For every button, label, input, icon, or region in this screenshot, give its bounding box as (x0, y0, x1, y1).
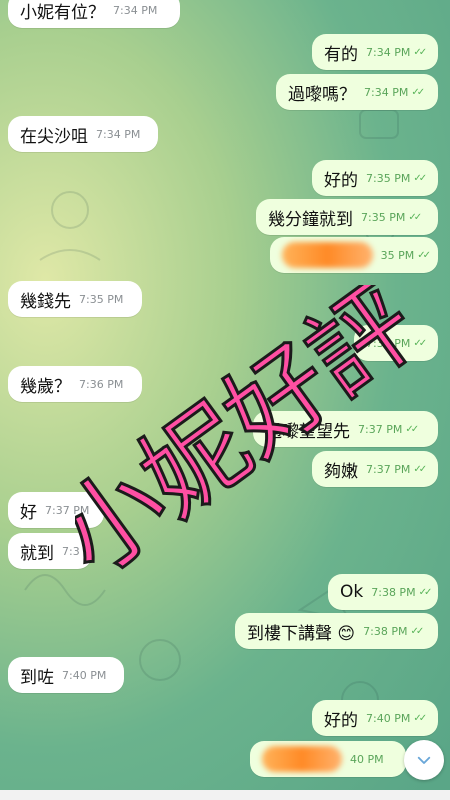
message-outgoing[interactable]: 好的 7:35 PM ✓✓ (312, 160, 438, 196)
message-time: 7:40 PM ✓✓ (366, 711, 427, 725)
message-text: 好 (20, 502, 37, 523)
chevron-down-icon (417, 756, 431, 764)
double-check-icon: ✓✓ (410, 625, 424, 637)
message-text: 到樓下講聲 😊 (247, 623, 356, 644)
message-time: 7:37 PM ✓✓ (366, 462, 427, 476)
double-check-icon: ✓✓ (413, 337, 427, 349)
message-time-value: 7:37 PM (358, 422, 403, 436)
chat-screen: 小妮有位？ 7:34 PM 有的 7:34 PM ✓✓ 過嚟嗎？ 7:34 PM ✓… (0, 0, 450, 800)
message-time-value: 7:34 PM (366, 45, 411, 59)
message-time: 7:34 PM ✓✓ (366, 45, 427, 59)
message-time: 7:35 PM ✓✓ (361, 210, 422, 224)
message-text: 就到 (20, 543, 54, 564)
message-outgoing[interactable]: Ok 7:38 PM ✓✓ (328, 574, 438, 610)
message-time: 7:37 PM (45, 503, 90, 517)
message-time: 7:35 PM (79, 292, 124, 306)
double-check-icon: ✓✓ (405, 423, 419, 435)
message-text: 到咗 (20, 667, 54, 688)
message-incoming[interactable]: 就到 7:3 (8, 533, 92, 569)
message-incoming[interactable]: 好 7:37 PM (8, 492, 104, 528)
message-time: 7:35 PM ✓✓ (366, 171, 427, 185)
message-time-value: 7:38 PM (371, 585, 416, 599)
double-check-icon: ✓✓ (413, 46, 427, 58)
message-outgoing[interactable]: 好的 7:40 PM ✓✓ (312, 700, 438, 736)
message-outgoing[interactable]: 有的 7:34 PM ✓✓ (312, 34, 438, 70)
message-time-value: 35 PM (380, 248, 415, 262)
message-time: 7:37 PM ✓✓ (358, 422, 419, 436)
message-outgoing[interactable]: 過嚟嗎？ 7:34 PM ✓✓ (276, 74, 438, 110)
message-time-value: 7:35 PM (361, 210, 406, 224)
message-text: 幾分鐘就到 (268, 209, 353, 230)
double-check-icon: ✓✓ (418, 586, 433, 598)
message-outgoing[interactable]: 夠嫩 7:37 PM ✓✓ (312, 451, 438, 487)
scroll-to-bottom-button[interactable] (404, 740, 444, 780)
message-time-value: 7:35 PM (366, 171, 411, 185)
redaction-blob (282, 242, 373, 268)
message-outgoing-redacted[interactable]: 40 PM (250, 741, 406, 777)
message-time: 40 PM (350, 753, 384, 766)
redaction-blob (262, 746, 342, 772)
message-time: 7:34 PM (113, 3, 158, 17)
message-outgoing-redacted[interactable]: 7:36 PM ✓✓ (354, 325, 438, 361)
double-check-icon: ✓✓ (413, 463, 427, 475)
message-text: 幾錢先 (20, 291, 71, 312)
message-text: 過嚟嗎？ (288, 84, 356, 105)
message-time: 7:34 PM ✓✓ (364, 85, 425, 99)
bottom-bar (0, 790, 450, 800)
message-time-value: 40 PM (350, 752, 384, 766)
message-time-value: 7:34 PM (364, 85, 409, 99)
message-incoming[interactable]: 幾歲？ 7:36 PM (8, 366, 142, 402)
message-time: 7:36 PM (79, 377, 124, 391)
message-text: 幾歲？ (20, 376, 71, 397)
message-text: 有的 (324, 44, 358, 65)
message-time: 7:38 PM ✓✓ (363, 624, 424, 638)
message-text: 好的 (324, 170, 358, 191)
double-check-icon: ✓✓ (413, 172, 427, 184)
message-incoming[interactable]: 在尖沙咀 7:34 PM (8, 116, 158, 152)
message-text: 過嚟望望先 (265, 421, 350, 442)
message-outgoing[interactable]: 過嚟望望先 7:37 PM ✓✓ (253, 411, 438, 447)
message-time: 7:3 (62, 544, 80, 558)
message-time: 7:38 PM ✓✓ (371, 585, 433, 599)
message-text: 在尖沙咀 (20, 126, 88, 147)
message-time: 7:40 PM (62, 668, 107, 682)
double-check-icon: ✓✓ (413, 712, 427, 724)
message-incoming[interactable]: 小妮有位？ 7:34 PM (8, 0, 180, 28)
double-check-icon: ✓✓ (411, 86, 425, 98)
message-time-value: 7:40 PM (366, 711, 411, 725)
message-outgoing[interactable]: 幾分鐘就到 7:35 PM ✓✓ (256, 199, 438, 235)
message-time: 35 PM ✓✓ (380, 248, 431, 262)
message-text: 好的 (324, 710, 358, 731)
message-text: Ok (340, 582, 364, 602)
message-incoming[interactable]: 幾錢先 7:35 PM (8, 281, 142, 317)
message-outgoing-redacted[interactable]: 35 PM ✓✓ (270, 237, 438, 273)
message-text: 小妮有位？ (20, 2, 105, 23)
double-check-icon: ✓✓ (417, 249, 431, 261)
message-time: 7:36 PM ✓✓ (366, 336, 427, 350)
message-incoming[interactable]: 到咗 7:40 PM (8, 657, 124, 693)
message-time: 7:34 PM (96, 127, 141, 141)
message-text: 夠嫩 (324, 461, 358, 482)
message-outgoing[interactable]: 到樓下講聲 😊 7:38 PM ✓✓ (235, 613, 438, 649)
message-time-value: 7:36 PM (366, 336, 411, 350)
double-check-icon: ✓✓ (408, 211, 422, 223)
message-time-value: 7:37 PM (366, 462, 411, 476)
message-time-value: 7:38 PM (363, 624, 408, 638)
